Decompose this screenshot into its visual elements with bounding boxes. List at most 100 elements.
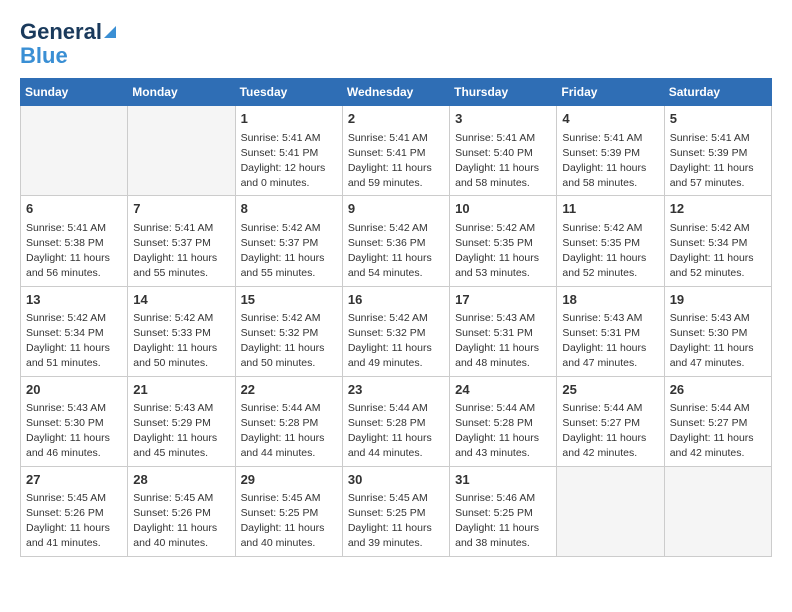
calendar-cell: 22 Sunrise: 5:44 AM Sunset: 5:28 PM Dayli… [235, 376, 342, 466]
day-number: 6 [26, 200, 122, 218]
calendar-cell: 10 Sunrise: 5:42 AM Sunset: 5:35 PM Dayli… [450, 196, 557, 286]
day-number: 23 [348, 381, 444, 399]
logo-blue: Blue [20, 44, 68, 68]
calendar-cell: 29Sunrise: 5:45 AM Sunset: 5:25 PM Dayli… [235, 466, 342, 556]
calendar-week-1: 1 Sunrise: 5:41 AM Sunset: 5:41 PM Daylig… [21, 106, 772, 196]
day-info: Sunrise: 5:41 AM Sunset: 5:41 PM Dayligh… [348, 131, 444, 192]
day-info: Sunrise: 5:45 AM Sunset: 5:25 PM Dayligh… [348, 491, 444, 552]
day-info: Sunrise: 5:42 AM Sunset: 5:35 PM Dayligh… [455, 221, 551, 282]
calendar-cell: 4 Sunrise: 5:41 AM Sunset: 5:39 PM Daylig… [557, 106, 664, 196]
day-info: Sunrise: 5:44 AM Sunset: 5:28 PM Dayligh… [241, 401, 337, 462]
logo: General Blue [20, 20, 116, 68]
day-info: Sunrise: 5:43 AM Sunset: 5:30 PM Dayligh… [670, 311, 766, 372]
weekday-header-row: SundayMondayTuesdayWednesdayThursdayFrid… [21, 79, 772, 106]
day-number: 2 [348, 110, 444, 128]
weekday-header-tuesday: Tuesday [235, 79, 342, 106]
calendar-cell: 19 Sunrise: 5:43 AM Sunset: 5:30 PM Dayli… [664, 286, 771, 376]
weekday-header-thursday: Thursday [450, 79, 557, 106]
day-info: Sunrise: 5:43 AM Sunset: 5:31 PM Dayligh… [455, 311, 551, 372]
calendar-cell: 14 Sunrise: 5:42 AM Sunset: 5:33 PM Dayli… [128, 286, 235, 376]
calendar-cell: 27Sunrise: 5:45 AM Sunset: 5:26 PM Dayli… [21, 466, 128, 556]
calendar-week-2: 6 Sunrise: 5:41 AM Sunset: 5:38 PM Daylig… [21, 196, 772, 286]
calendar-cell: 21 Sunrise: 5:43 AM Sunset: 5:29 PM Dayli… [128, 376, 235, 466]
day-number: 26 [670, 381, 766, 399]
weekday-header-monday: Monday [128, 79, 235, 106]
day-number: 18 [562, 291, 658, 309]
day-info: Sunrise: 5:43 AM Sunset: 5:29 PM Dayligh… [133, 401, 229, 462]
day-number: 31 [455, 471, 551, 489]
calendar-cell [128, 106, 235, 196]
calendar-cell: 20 Sunrise: 5:43 AM Sunset: 5:30 PM Dayli… [21, 376, 128, 466]
day-number: 28 [133, 471, 229, 489]
calendar-week-5: 27Sunrise: 5:45 AM Sunset: 5:26 PM Dayli… [21, 466, 772, 556]
day-number: 16 [348, 291, 444, 309]
day-number: 20 [26, 381, 122, 399]
calendar-cell: 17Sunrise: 5:43 AM Sunset: 5:31 PM Dayli… [450, 286, 557, 376]
day-info: Sunrise: 5:42 AM Sunset: 5:33 PM Dayligh… [133, 311, 229, 372]
weekday-header-wednesday: Wednesday [342, 79, 449, 106]
calendar-cell [664, 466, 771, 556]
weekday-header-friday: Friday [557, 79, 664, 106]
weekday-header-sunday: Sunday [21, 79, 128, 106]
day-info: Sunrise: 5:43 AM Sunset: 5:30 PM Dayligh… [26, 401, 122, 462]
calendar-cell [557, 466, 664, 556]
day-info: Sunrise: 5:42 AM Sunset: 5:34 PM Dayligh… [26, 311, 122, 372]
calendar-cell: 24Sunrise: 5:44 AM Sunset: 5:28 PM Dayli… [450, 376, 557, 466]
day-number: 15 [241, 291, 337, 309]
day-info: Sunrise: 5:45 AM Sunset: 5:25 PM Dayligh… [241, 491, 337, 552]
calendar-cell: 6 Sunrise: 5:41 AM Sunset: 5:38 PM Daylig… [21, 196, 128, 286]
calendar-cell: 5 Sunrise: 5:41 AM Sunset: 5:39 PM Daylig… [664, 106, 771, 196]
day-number: 25 [562, 381, 658, 399]
day-info: Sunrise: 5:41 AM Sunset: 5:39 PM Dayligh… [670, 131, 766, 192]
calendar-cell: 7 Sunrise: 5:41 AM Sunset: 5:37 PM Daylig… [128, 196, 235, 286]
day-info: Sunrise: 5:44 AM Sunset: 5:27 PM Dayligh… [562, 401, 658, 462]
logo-arrow-icon [104, 26, 116, 38]
calendar-week-3: 13 Sunrise: 5:42 AM Sunset: 5:34 PM Dayli… [21, 286, 772, 376]
day-info: Sunrise: 5:41 AM Sunset: 5:39 PM Dayligh… [562, 131, 658, 192]
day-info: Sunrise: 5:41 AM Sunset: 5:41 PM Dayligh… [241, 131, 337, 192]
day-info: Sunrise: 5:41 AM Sunset: 5:37 PM Dayligh… [133, 221, 229, 282]
page-header: General Blue [20, 20, 772, 68]
calendar-cell: 30 Sunrise: 5:45 AM Sunset: 5:25 PM Dayli… [342, 466, 449, 556]
day-number: 12 [670, 200, 766, 218]
day-info: Sunrise: 5:44 AM Sunset: 5:28 PM Dayligh… [455, 401, 551, 462]
calendar-cell: 31Sunrise: 5:46 AM Sunset: 5:25 PM Dayli… [450, 466, 557, 556]
calendar-cell: 16 Sunrise: 5:42 AM Sunset: 5:32 PM Dayli… [342, 286, 449, 376]
day-info: Sunrise: 5:45 AM Sunset: 5:26 PM Dayligh… [26, 491, 122, 552]
day-number: 3 [455, 110, 551, 128]
calendar-cell: 12 Sunrise: 5:42 AM Sunset: 5:34 PM Dayli… [664, 196, 771, 286]
day-info: Sunrise: 5:41 AM Sunset: 5:38 PM Dayligh… [26, 221, 122, 282]
day-number: 10 [455, 200, 551, 218]
calendar-cell: 18Sunrise: 5:43 AM Sunset: 5:31 PM Dayli… [557, 286, 664, 376]
day-number: 22 [241, 381, 337, 399]
day-number: 7 [133, 200, 229, 218]
day-info: Sunrise: 5:42 AM Sunset: 5:36 PM Dayligh… [348, 221, 444, 282]
day-info: Sunrise: 5:42 AM Sunset: 5:35 PM Dayligh… [562, 221, 658, 282]
calendar-cell: 23 Sunrise: 5:44 AM Sunset: 5:28 PM Dayli… [342, 376, 449, 466]
calendar-cell: 9Sunrise: 5:42 AM Sunset: 5:36 PM Daylig… [342, 196, 449, 286]
day-number: 13 [26, 291, 122, 309]
day-info: Sunrise: 5:42 AM Sunset: 5:32 PM Dayligh… [348, 311, 444, 372]
day-number: 21 [133, 381, 229, 399]
calendar-cell: 3 Sunrise: 5:41 AM Sunset: 5:40 PM Daylig… [450, 106, 557, 196]
day-number: 30 [348, 471, 444, 489]
calendar-cell: 15Sunrise: 5:42 AM Sunset: 5:32 PM Dayli… [235, 286, 342, 376]
calendar-cell: 8Sunrise: 5:42 AM Sunset: 5:37 PM Daylig… [235, 196, 342, 286]
day-info: Sunrise: 5:45 AM Sunset: 5:26 PM Dayligh… [133, 491, 229, 552]
calendar-cell: 26Sunrise: 5:44 AM Sunset: 5:27 PM Dayli… [664, 376, 771, 466]
day-info: Sunrise: 5:41 AM Sunset: 5:40 PM Dayligh… [455, 131, 551, 192]
day-number: 14 [133, 291, 229, 309]
calendar-week-4: 20 Sunrise: 5:43 AM Sunset: 5:30 PM Dayli… [21, 376, 772, 466]
calendar-cell [21, 106, 128, 196]
day-number: 5 [670, 110, 766, 128]
calendar-cell: 2 Sunrise: 5:41 AM Sunset: 5:41 PM Daylig… [342, 106, 449, 196]
calendar-cell: 13 Sunrise: 5:42 AM Sunset: 5:34 PM Dayli… [21, 286, 128, 376]
day-number: 4 [562, 110, 658, 128]
calendar-cell: 28 Sunrise: 5:45 AM Sunset: 5:26 PM Dayli… [128, 466, 235, 556]
day-info: Sunrise: 5:42 AM Sunset: 5:34 PM Dayligh… [670, 221, 766, 282]
calendar-cell: 1 Sunrise: 5:41 AM Sunset: 5:41 PM Daylig… [235, 106, 342, 196]
day-info: Sunrise: 5:44 AM Sunset: 5:28 PM Dayligh… [348, 401, 444, 462]
day-number: 8 [241, 200, 337, 218]
day-number: 19 [670, 291, 766, 309]
day-number: 1 [241, 110, 337, 128]
